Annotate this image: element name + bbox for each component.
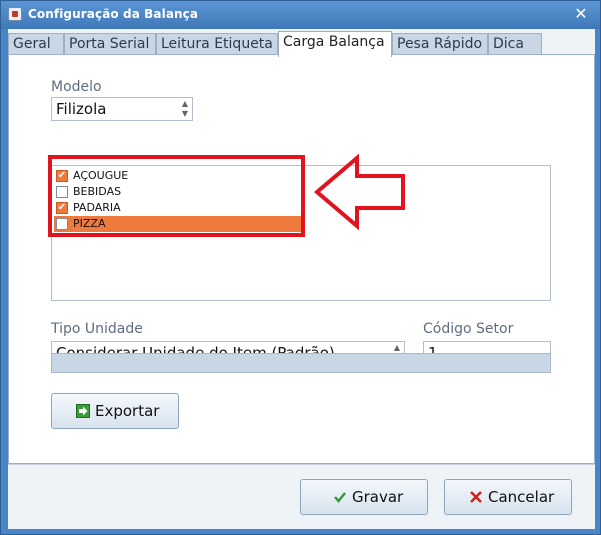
tab-pesa-rapido[interactable]: Pesa Rápido	[392, 33, 488, 55]
export-arrow-icon	[76, 404, 90, 418]
gravar-label: Gravar	[352, 488, 404, 506]
tab-leitura-etiqueta[interactable]: Leitura Etiqueta	[156, 33, 278, 55]
modelo-select[interactable]: Filizola ▲ ▼	[51, 97, 193, 121]
tab-carga-balanca[interactable]: Carga Balança	[278, 31, 392, 57]
exportar-label: Exportar	[95, 402, 160, 420]
dialog-footer: Gravar Cancelar	[8, 464, 595, 529]
modelo-label: Modelo	[51, 79, 102, 95]
progress-bar	[51, 353, 551, 373]
dialog-client: Geral Porta Serial Leitura Etiqueta Carg…	[8, 29, 595, 529]
cancelar-label: Cancelar	[488, 488, 555, 506]
cancel-x-icon	[470, 491, 482, 503]
modelo-value: Filizola	[56, 100, 107, 118]
exportar-button[interactable]: Exportar	[51, 393, 179, 429]
combo-spin-icon[interactable]: ▲▼	[178, 98, 192, 120]
tab-geral[interactable]: Geral	[8, 33, 64, 55]
app-icon	[8, 7, 22, 21]
annotation-arrow-icon	[313, 153, 405, 231]
close-icon[interactable]: ✕	[570, 4, 592, 24]
dialog-window: Configuração da Balança ✕ Geral Porta Se…	[0, 0, 601, 535]
tipo-unidade-label: Tipo Unidade	[51, 321, 143, 337]
tab-porta-serial[interactable]: Porta Serial	[64, 33, 156, 55]
annotation-highlight-box	[48, 155, 305, 237]
tab-panel-carga-balanca: Modelo Filizola ▲ ▼ ✔ AÇOUGUE BEBIDAS ✔ P…	[8, 54, 595, 464]
title-bar[interactable]: Configuração da Balança ✕	[1, 1, 600, 29]
tab-strip: Geral Porta Serial Leitura Etiqueta Carg…	[8, 31, 595, 57]
codigo-setor-label: Código Setor	[423, 321, 514, 337]
checkmark-icon	[334, 492, 346, 503]
window-title: Configuração da Balança	[28, 7, 199, 21]
cancelar-button[interactable]: Cancelar	[444, 479, 572, 515]
gravar-button[interactable]: Gravar	[300, 479, 428, 515]
tab-dica[interactable]: Dica	[488, 33, 542, 55]
